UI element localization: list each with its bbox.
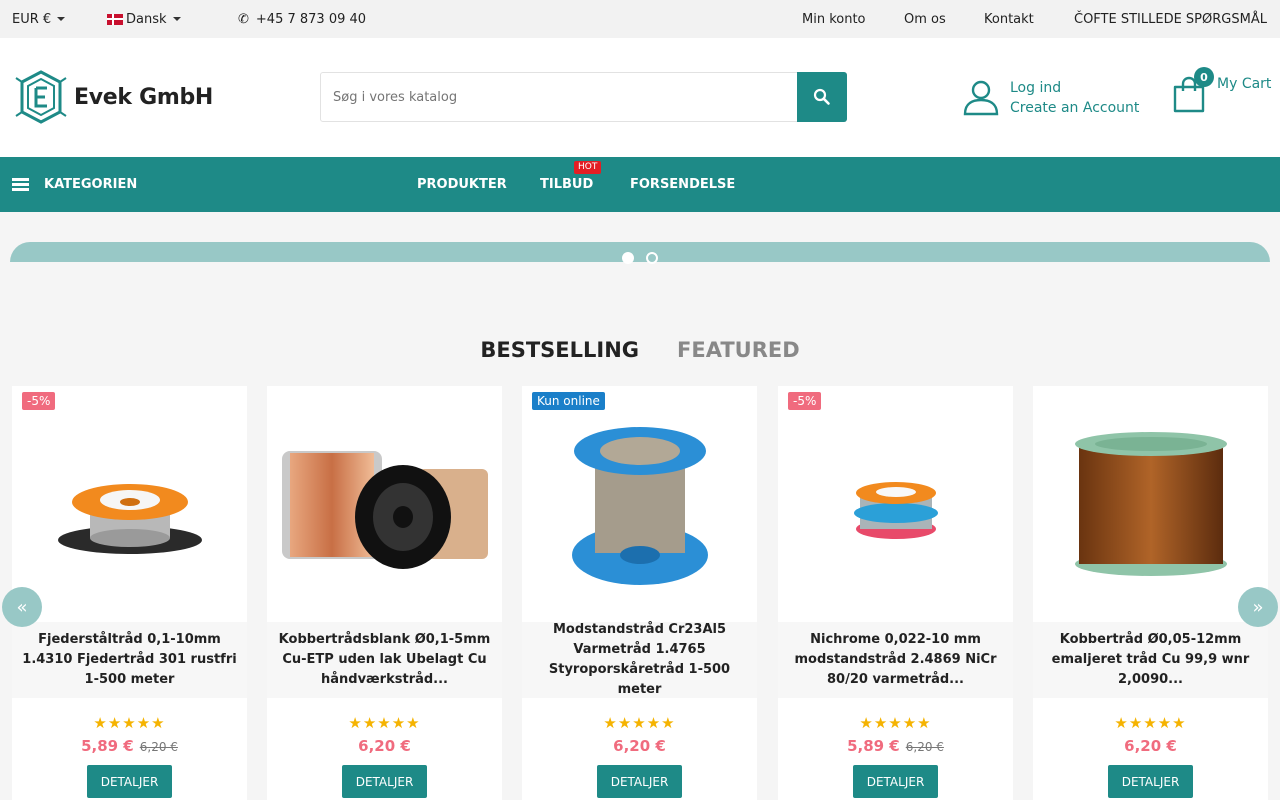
search-input[interactable] — [321, 73, 797, 121]
create-account-link[interactable]: Create an Account — [1010, 98, 1139, 118]
product-card[interactable]: Kun online Modstandstråd Cr23Al5 Varmetr… — [522, 386, 757, 800]
product-title[interactable]: Nichrome 0,022-10 mm modstandstråd 2.486… — [784, 630, 1007, 690]
rating-stars: ★★★★★ — [603, 714, 676, 732]
phone-contact[interactable]: ✆ +45 7 873 09 40 — [238, 0, 366, 38]
rating-stars: ★★★★★ — [1114, 714, 1187, 732]
product-old-price: 6,20 € — [905, 740, 944, 754]
product-image[interactable] — [522, 386, 757, 622]
language-selector[interactable]: Dansk — [107, 0, 181, 38]
product-image[interactable] — [12, 386, 247, 622]
denmark-flag-icon — [107, 13, 123, 25]
wire-spool-image — [57, 484, 202, 554]
carousel-next-button[interactable]: » — [1238, 587, 1278, 627]
product-card[interactable]: -5% Fjederståltråd 0,1-10mm 1.4310 Fjede… — [12, 386, 247, 800]
language-label: Dansk — [126, 11, 167, 27]
main-nav: KATEGORIEN PRODUKTER TILBUD HOT FORSENDE… — [0, 157, 1280, 212]
product-card[interactable]: Kobbertrådsblank Ø0,1-5mm Cu-ETP uden la… — [267, 386, 502, 800]
top-bar: EUR € Dansk ✆ +45 7 873 09 40 Min konto … — [0, 0, 1280, 38]
product-image[interactable] — [1033, 386, 1268, 622]
logo-emblem-icon — [15, 70, 67, 124]
currency-label: EUR € — [12, 11, 52, 27]
product-image[interactable] — [778, 386, 1013, 622]
cart[interactable]: 0 My Cart — [1172, 67, 1271, 118]
product-title[interactable]: Kobbertråd Ø0,05-12mm emaljeret tråd Cu … — [1039, 630, 1262, 690]
logo[interactable]: Evek GmbH — [14, 68, 213, 126]
search-bar — [320, 72, 847, 122]
double-chevron-left-icon: « — [16, 596, 28, 618]
wire-spool-image — [853, 482, 938, 539]
details-button[interactable]: DETALJER — [597, 765, 682, 798]
user-icon[interactable] — [962, 78, 1000, 116]
details-button[interactable]: DETALJER — [853, 765, 938, 798]
hero-slider — [10, 242, 1270, 264]
link-my-account[interactable]: Min konto — [802, 0, 866, 38]
product-old-price: 6,20 € — [139, 740, 178, 754]
slider-dot-2[interactable] — [646, 252, 658, 264]
account-area: Log ind Create an Account — [962, 78, 1139, 118]
rating-stars: ★★★★★ — [859, 714, 932, 732]
tab-featured[interactable]: FEATURED — [677, 338, 800, 362]
site-header: Evek GmbH Log ind Create an Account 0 — [0, 38, 1280, 157]
search-button[interactable] — [797, 72, 847, 122]
product-price: 6,20 € — [1124, 737, 1177, 755]
chevron-down-icon — [172, 17, 181, 21]
link-faq[interactable]: ČOFTE STILLEDE SPØRGSMÅL — [1074, 0, 1267, 38]
product-carousel: -5% Fjederståltråd 0,1-10mm 1.4310 Fjede… — [12, 386, 1268, 800]
product-title[interactable]: Fjederståltråd 0,1-10mm 1.4310 Fjedertrå… — [18, 630, 241, 690]
details-button[interactable]: DETALJER — [1108, 765, 1193, 798]
hamburger-menu-icon — [12, 178, 29, 191]
rating-stars: ★★★★★ — [93, 714, 166, 732]
slider-dot-1[interactable] — [622, 252, 634, 264]
online-only-badge: Kun online — [532, 392, 605, 410]
product-card[interactable]: -5% Nichrome 0,022-10 mm modstandstråd 2… — [778, 386, 1013, 800]
product-tabs: BESTSELLING FEATURED — [0, 338, 1280, 362]
chevron-down-icon — [57, 17, 66, 21]
product-title[interactable]: Modstandstråd Cr23Al5 Varmetråd 1.4765 S… — [528, 620, 751, 700]
discount-badge: -5% — [22, 392, 56, 410]
details-button[interactable]: DETALJER — [87, 765, 172, 798]
phone-number: +45 7 873 09 40 — [255, 11, 367, 27]
cart-label[interactable]: My Cart — [1217, 76, 1271, 118]
product-price: 5,89 € — [81, 737, 134, 755]
nav-item-shipping[interactable]: FORSENDELSE — [630, 157, 735, 212]
double-chevron-right-icon: » — [1252, 596, 1264, 618]
nav-item-products[interactable]: PRODUKTER — [417, 157, 507, 212]
logo-text: Evek GmbH — [74, 84, 214, 110]
link-about[interactable]: Om os — [904, 0, 946, 38]
product-image[interactable] — [267, 386, 502, 622]
wire-spool-image — [1074, 432, 1227, 576]
currency-selector[interactable]: EUR € — [12, 0, 66, 38]
wire-spool-image — [281, 451, 488, 569]
product-price: 6,20 € — [358, 737, 411, 755]
product-price: 5,89 € — [847, 737, 900, 755]
cart-count-badge: 0 — [1194, 67, 1214, 87]
product-title[interactable]: Kobbertrådsblank Ø0,1-5mm Cu-ETP uden la… — [273, 630, 496, 690]
discount-badge: -5% — [788, 392, 822, 410]
hot-badge: HOT — [574, 161, 602, 174]
product-price: 6,20 € — [613, 737, 666, 755]
tab-bestselling[interactable]: BESTSELLING — [480, 338, 639, 362]
categories-menu[interactable]: KATEGORIEN — [12, 157, 137, 212]
login-link[interactable]: Log ind — [1010, 78, 1139, 98]
details-button[interactable]: DETALJER — [342, 765, 427, 798]
carousel-prev-button[interactable]: « — [2, 587, 42, 627]
categories-label: KATEGORIEN — [44, 177, 138, 192]
rating-stars: ★★★★★ — [348, 714, 421, 732]
link-contact[interactable]: Kontakt — [984, 0, 1034, 38]
product-card[interactable]: Kobbertråd Ø0,05-12mm emaljeret tråd Cu … — [1033, 386, 1268, 800]
phone-icon: ✆ — [238, 11, 249, 27]
wire-spool-image — [571, 427, 708, 585]
search-icon — [813, 88, 830, 105]
